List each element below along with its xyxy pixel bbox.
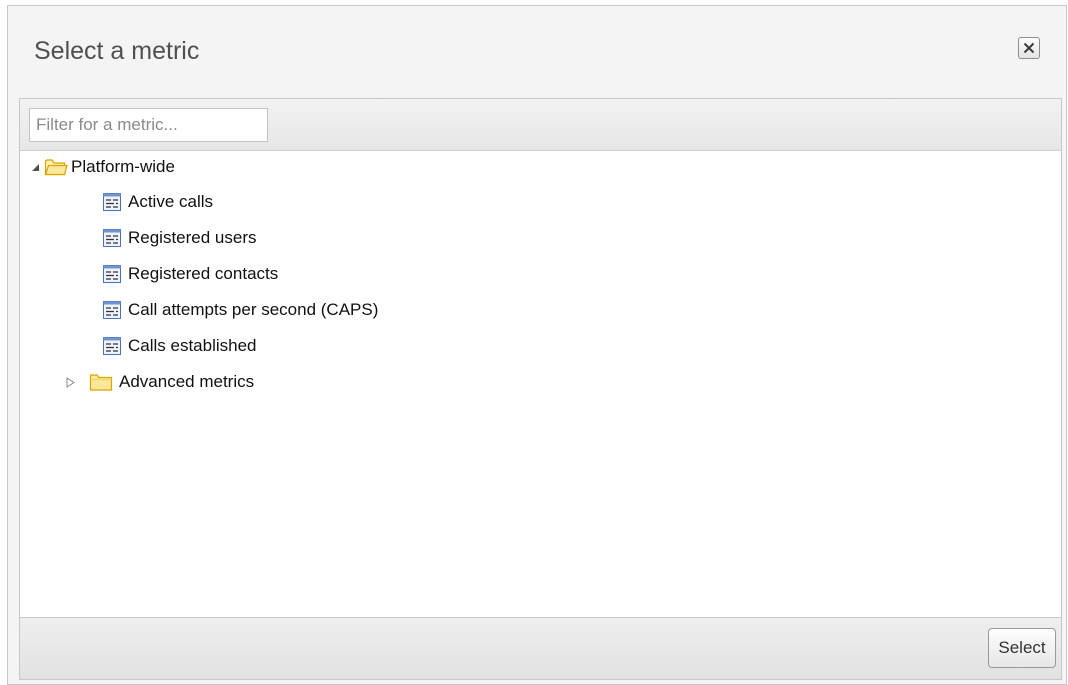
tree-item-label: Call attempts per second (CAPS) [128, 300, 379, 319]
tree-item-label: Calls established [128, 336, 257, 355]
tree-item-advanced-metrics[interactable]: Advanced metrics [65, 367, 254, 397]
dialog-title: Select a metric [34, 37, 200, 65]
tree-item-call-attempts-per-second[interactable]: Call attempts per second (CAPS) [102, 295, 378, 325]
tree-item-label: Active calls [128, 192, 214, 211]
metric-icon [103, 229, 121, 247]
filter-input[interactable] [29, 108, 268, 142]
dialog-footer: Select [19, 618, 1062, 680]
tree-item-platform-wide[interactable]: Platform-wide [30, 152, 175, 182]
close-button[interactable] [1018, 37, 1040, 59]
folder-open-icon [44, 159, 68, 176]
metric-icon [103, 193, 121, 211]
close-icon [1023, 42, 1035, 54]
tree-item-label: Registered contacts [128, 264, 279, 283]
dialog-body: Platform-wide Active calls Registered us… [19, 98, 1062, 618]
dialog-header: Select a metric [8, 6, 1066, 98]
metric-icon [103, 301, 121, 319]
filter-bar [20, 99, 1061, 151]
metric-icon [103, 337, 121, 355]
tree-item-calls-established[interactable]: Calls established [102, 331, 257, 361]
collapse-arrow-icon[interactable] [30, 162, 40, 172]
metric-icon [103, 265, 121, 283]
expand-arrow-icon[interactable] [65, 376, 75, 388]
tree-item-registered-users[interactable]: Registered users [102, 223, 257, 253]
tree-item-label: Advanced metrics [119, 372, 255, 391]
tree-item-label: Registered users [128, 228, 257, 247]
tree-item-active-calls[interactable]: Active calls [102, 187, 213, 217]
select-metric-dialog: Select a metric Platform-wide [7, 5, 1067, 685]
select-button[interactable]: Select [988, 628, 1056, 668]
tree-item-registered-contacts[interactable]: Registered contacts [102, 259, 278, 289]
tree-item-label: Platform-wide [71, 157, 175, 176]
folder-icon [89, 374, 113, 391]
